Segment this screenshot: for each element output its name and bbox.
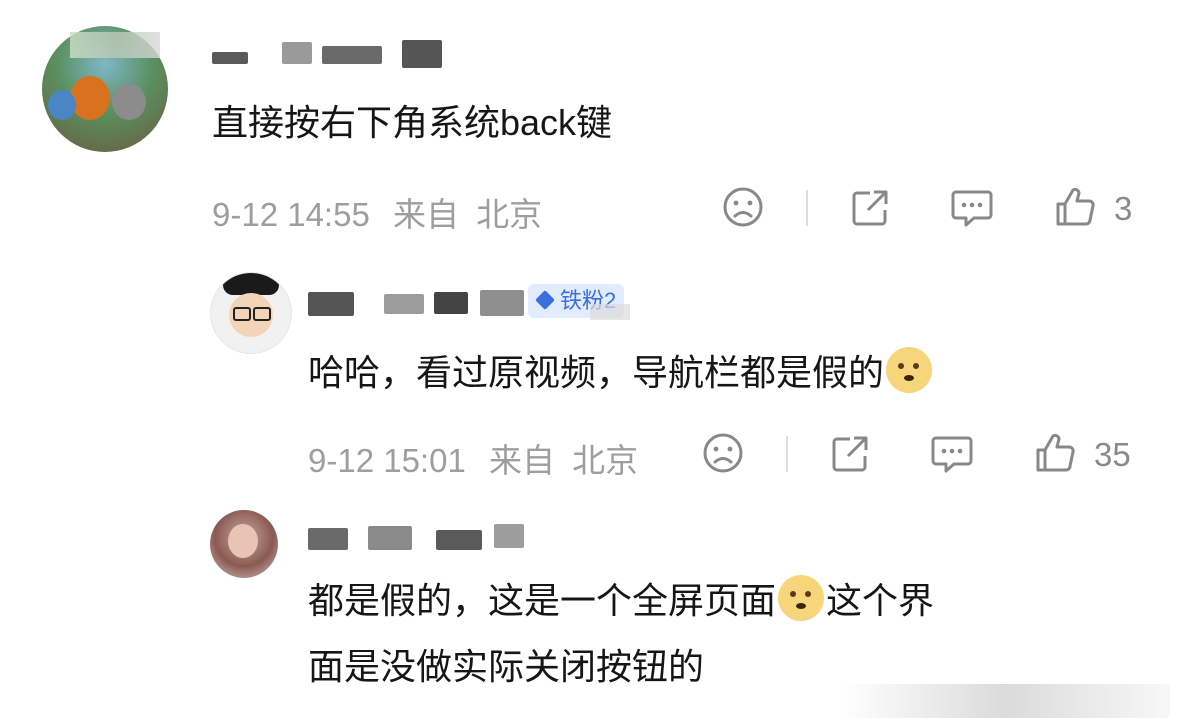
avatar-character xyxy=(112,84,146,120)
username-redacted[interactable] xyxy=(308,286,528,316)
comment-text-part: 这个界 xyxy=(826,580,935,621)
divider xyxy=(806,190,808,226)
comment-text: 都是假的，这是一个全屏页面 这个界 xyxy=(308,574,934,628)
watermark xyxy=(840,684,1170,718)
redaction-mark xyxy=(70,32,160,58)
avatar-glasses xyxy=(233,307,251,321)
avatar[interactable] xyxy=(210,272,292,354)
comment-meta: 9-12 15:01 来自 北京 xyxy=(308,434,638,482)
like-count: 3 xyxy=(1114,190,1133,227)
username-redacted[interactable] xyxy=(308,520,528,550)
comment-text: 直接按右下角系统back键 xyxy=(212,102,613,143)
comment-meta: 9-12 14:55 来自 北京 xyxy=(212,188,542,236)
diamond-icon xyxy=(535,290,555,310)
redaction-mark xyxy=(590,304,630,320)
location-prefix: 来自 xyxy=(488,442,555,479)
comment-icon[interactable] xyxy=(930,434,974,474)
comment-icon[interactable] xyxy=(950,188,994,228)
avatar[interactable] xyxy=(210,510,278,578)
location: 北京 xyxy=(476,196,543,233)
thumbs-up-icon[interactable] xyxy=(1054,186,1096,228)
location-prefix: 来自 xyxy=(392,196,459,233)
like-count: 35 xyxy=(1094,436,1131,473)
doge-emoji-icon xyxy=(886,347,933,393)
avatar-character xyxy=(70,76,110,120)
avatar-glasses xyxy=(253,307,271,321)
doge-emoji-icon xyxy=(778,575,825,621)
sad-face-icon[interactable] xyxy=(702,432,744,474)
avatar-character xyxy=(48,90,76,120)
divider xyxy=(786,436,788,472)
comment-text-part: 都是假的，这是一个全屏页面 xyxy=(308,580,777,621)
comment-text: 面是没做实际关闭按钮的 xyxy=(308,646,705,687)
timestamp: 9-12 15:01 xyxy=(308,442,466,479)
comment-text-part: 哈哈，看过原视频，导航栏都是假的 xyxy=(308,352,885,393)
share-icon[interactable] xyxy=(830,434,870,474)
avatar-face xyxy=(228,524,258,558)
location: 北京 xyxy=(572,442,639,479)
timestamp: 9-12 14:55 xyxy=(212,196,370,233)
share-icon[interactable] xyxy=(850,188,890,228)
thumbs-up-icon[interactable] xyxy=(1034,432,1076,474)
sad-face-icon[interactable] xyxy=(722,186,764,228)
comment-text: 哈哈，看过原视频，导航栏都是假的 xyxy=(308,346,934,400)
avatar-hair xyxy=(223,273,279,295)
username-redacted[interactable] xyxy=(212,38,442,68)
